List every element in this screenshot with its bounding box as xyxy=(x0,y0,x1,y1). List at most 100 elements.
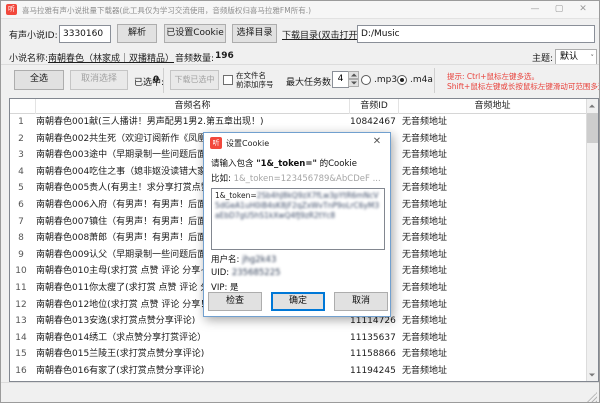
separator xyxy=(163,68,164,93)
cell-name: 南朝春色016有家了(求打赏点赞分享评论) xyxy=(36,363,354,380)
radio-mp3[interactable] xyxy=(361,75,371,85)
choose-dir-button[interactable]: 选择目录 xyxy=(232,24,277,43)
radio-mp3-label: .mp3 xyxy=(374,75,397,85)
radio-m4a-label: .m4a xyxy=(410,75,433,85)
select-all-button[interactable]: 全选 xyxy=(14,70,64,90)
status-bar xyxy=(1,382,599,403)
cell-name: 南朝春色001献(三人播讲！男声配男1男2.第五章出现！) xyxy=(36,114,354,131)
parse-button[interactable]: 解析 xyxy=(117,24,157,43)
top-toolbar: 有声小说ID: 3330160 解析 已设置Cookie 选择目录 下载目录(双… xyxy=(1,21,599,47)
dialog-title-bar: 听 设置Cookie ✕ xyxy=(204,133,390,153)
cookie-prompt: 请输入包含 "1&_token=" 的Cookie xyxy=(211,157,385,169)
novel-id-label: 有声小说ID: xyxy=(9,28,58,41)
scroll-down-icon[interactable] xyxy=(587,368,598,381)
chevron-down-icon: ˅ xyxy=(591,51,595,65)
stepper-down-icon[interactable] xyxy=(348,79,359,87)
cell-addr: 无音频地址 xyxy=(402,363,582,380)
username-redacted: jhg2k43 xyxy=(242,255,276,265)
cell-addr: 无音频地址 xyxy=(402,263,582,280)
cell-addr: 无音频地址 xyxy=(402,247,582,264)
cell-id: 11240524 xyxy=(350,380,396,382)
cell-addr: 无音频地址 xyxy=(402,230,582,247)
cell-num: 15 xyxy=(10,346,32,363)
cell-addr: 无音频地址 xyxy=(402,147,582,164)
dialog-app-icon: 听 xyxy=(210,137,222,149)
theme-label: 主题: xyxy=(532,51,553,64)
uid-row: UID: 235685225 xyxy=(211,268,385,278)
audio-count-value: 196 xyxy=(215,51,234,61)
max-tasks-label: 最大任务数: xyxy=(286,75,334,88)
resize-grip[interactable] xyxy=(587,392,597,402)
title-bar: 听 喜马拉雅有声小说批量下载器(此工具仅为学习交流使用，音频版权归喜马拉雅FM所… xyxy=(1,1,599,19)
stepper-up-icon[interactable] xyxy=(348,71,359,79)
scrollbar-thumb[interactable] xyxy=(587,113,598,143)
table-row[interactable]: 14南朝春色014绣工（求点赞分享打赏评论）11135637无音频地址 xyxy=(10,330,586,347)
download-dir-label[interactable]: 下载目录(双击打开): xyxy=(282,28,364,41)
ok-button[interactable]: 确定 xyxy=(271,292,325,311)
maximize-button[interactable]: ▢ xyxy=(547,1,571,19)
cell-addr: 无音频地址 xyxy=(402,214,582,231)
cancel-button[interactable]: 取消 xyxy=(334,292,388,311)
radio-m4a[interactable] xyxy=(397,75,407,85)
cell-addr: 无音频地址 xyxy=(402,180,582,197)
novel-name-link[interactable]: 南朝春色（林家成｜双播精品） xyxy=(48,51,174,64)
cell-name: 南朝春色015兰陵王(求打赏点赞分享评论) xyxy=(36,346,354,363)
dialog-close-icon[interactable]: ✕ xyxy=(370,136,384,147)
audio-count-label: 音频数量: xyxy=(175,51,214,64)
max-tasks-input[interactable]: 4 xyxy=(332,71,349,88)
cell-id: 10842467 xyxy=(350,114,396,131)
table-row[interactable]: 1南朝春色001献(三人播讲！男声配男1男2.第五章出现！)10842467 无音… xyxy=(10,114,586,131)
selected-count: 0 xyxy=(153,75,159,85)
check-button[interactable]: 检查 xyxy=(208,292,262,311)
cookie-dialog: 听 设置Cookie ✕ 请输入包含 "1&_token=" 的Cookie 比… xyxy=(203,132,391,317)
cell-num: 1 xyxy=(10,114,32,131)
cell-num: 8 xyxy=(10,230,32,247)
cell-addr: 无音频地址 xyxy=(402,280,582,297)
download-dir-input[interactable]: D:/Music xyxy=(357,25,595,43)
header-index[interactable] xyxy=(10,99,36,114)
cell-num: 6 xyxy=(10,197,32,214)
header-audio-addr[interactable]: 音频地址 xyxy=(399,99,586,114)
selection-toolbar: 全选 取消选择 已选中: 0 下载已选中 在文件名 前添加序号 最大任务数: 4… xyxy=(1,64,599,95)
cell-num: 10 xyxy=(10,263,32,280)
cell-num: 4 xyxy=(10,164,32,181)
vertical-scrollbar[interactable] xyxy=(586,99,598,381)
cell-num: 13 xyxy=(10,313,32,330)
header-audio-name[interactable]: 音频名称 xyxy=(36,99,350,114)
minimize-button[interactable]: — xyxy=(523,1,547,19)
theme-select[interactable]: 默认 ˅ xyxy=(555,49,597,65)
cell-num: 2 xyxy=(10,131,32,148)
cell-num: 16 xyxy=(10,363,32,380)
multi-select-hint-line2: Shift+鼠标左键或长按鼠标左键滑动可范围多选。 xyxy=(447,81,600,92)
header-audio-id[interactable]: 音频ID xyxy=(350,99,399,114)
cell-addr: 无音频地址 xyxy=(402,164,582,181)
prefix-checkbox-label: 在文件名 前添加序号 xyxy=(236,71,274,89)
table-row[interactable]: 16南朝春色016有家了(求打赏点赞分享评论)11194245无音频地址 xyxy=(10,363,586,380)
cell-addr: 无音频地址 xyxy=(402,346,582,363)
window-title: 喜马拉雅有声小说批量下载器(此工具仅为学习交流使用，音频版权归喜马拉雅FM所有.… xyxy=(22,5,311,16)
table-row[interactable]: 15南朝春色015兰陵王(求打赏点赞分享评论)11158866无音频地址 xyxy=(10,346,586,363)
cell-num: 12 xyxy=(10,297,32,314)
download-selected-button[interactable]: 下载已选中 xyxy=(170,70,219,90)
deselect-button[interactable]: 取消选择 xyxy=(70,70,128,90)
prefix-checkbox[interactable] xyxy=(223,75,233,85)
close-button[interactable]: ✕ xyxy=(571,1,595,19)
cell-num: 9 xyxy=(10,247,32,264)
uid-redacted: 235685225 xyxy=(232,268,281,278)
scroll-up-icon[interactable] xyxy=(587,99,598,112)
cell-addr: 无音频地址 xyxy=(402,297,582,314)
separator xyxy=(434,68,435,93)
cell-num: 7 xyxy=(10,214,32,231)
table-header: 音频名称 音频ID 音频地址 xyxy=(10,99,586,114)
cookie-set-button[interactable]: 已设置Cookie xyxy=(164,24,226,43)
cell-addr: 无音频地址 xyxy=(402,114,582,131)
cell-num: 3 xyxy=(10,147,32,164)
table-row[interactable]: 17南朝春色017谁都不易（求点赞祝新年快乐！）11240524无音频地址 xyxy=(10,380,586,382)
cookie-token-textarea[interactable]: 1&_token=2Sb4hJ8kQ9zX7fLw3pYtR6mNcV5dGeA… xyxy=(211,188,385,250)
app-logo-icon: 听 xyxy=(6,4,17,15)
username-row: 用户名: jhg2k43 xyxy=(211,253,385,265)
novel-id-input[interactable]: 3330160 xyxy=(59,25,111,43)
cell-num: 11 xyxy=(10,280,32,297)
selected-label: 已选中: xyxy=(134,75,164,88)
max-tasks-stepper[interactable] xyxy=(348,71,359,88)
